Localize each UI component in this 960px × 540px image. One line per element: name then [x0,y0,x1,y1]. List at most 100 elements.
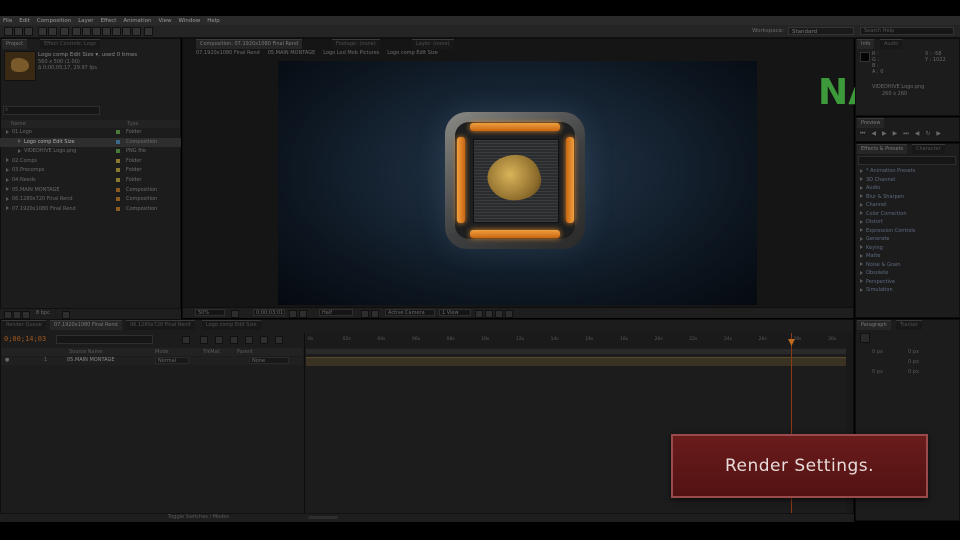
indent-first-value[interactable]: 0 px [908,359,919,365]
project-item[interactable]: Logo comp Edit Size Composition [0,137,181,147]
tab-timeline-logo[interactable]: Logo comp Edit Size [202,320,261,330]
disclosure-triangle-icon[interactable] [860,168,863,173]
puppet-tool-icon[interactable] [144,27,153,36]
zoom-slider[interactable] [308,516,338,519]
tab-tracker[interactable]: Tracker [896,320,923,330]
mute-icon[interactable]: ◀ [915,130,920,138]
layer-mode-select[interactable]: Normal [155,357,189,364]
disclosure-triangle-icon[interactable] [6,129,9,134]
align-left-icon[interactable] [860,333,870,343]
rotate-tool-icon[interactable] [38,27,47,36]
disclosure-triangle-icon[interactable] [860,287,863,292]
menu-animation[interactable]: Animation [123,18,151,24]
project-search-input[interactable]: ⌕ [3,106,100,115]
tab-timeline-07[interactable]: 07.1920x1080 Final Rend [50,320,122,330]
roto-brush-tool-icon[interactable] [132,27,141,36]
search-help-field[interactable]: Search Help [860,27,954,35]
project-item[interactable]: 01.Logo Folder [0,128,181,137]
label-color-swatch[interactable] [116,158,120,163]
clone-tool-icon[interactable] [112,27,121,36]
mask-tool-icon[interactable] [72,27,81,36]
draft-3d-icon[interactable] [215,336,223,344]
loop-icon[interactable]: ↻ [925,130,930,138]
menu-edit[interactable]: Edit [19,18,30,24]
disclosure-triangle-icon[interactable] [860,202,863,207]
work-area-bar[interactable] [306,349,846,354]
column-trkmat[interactable]: TrkMat [203,348,220,356]
motion-blur-icon[interactable] [260,336,268,344]
pan-behind-tool-icon[interactable] [60,27,69,36]
interpret-footage-icon[interactable] [4,311,12,319]
tab-effect-controls[interactable]: Effect Controls: Logo [40,39,100,49]
project-item[interactable]: 03.Precomps Folder [0,166,181,175]
label-color-swatch[interactable] [116,139,120,144]
text-tool-icon[interactable] [92,27,101,36]
effects-search-input[interactable] [858,156,956,165]
disclosure-triangle-icon[interactable] [860,185,863,190]
timeline-timecode[interactable]: 0;00;14;03 [4,335,46,343]
effect-category[interactable]: Expression Controls [860,228,915,234]
view-layout-select[interactable]: 1 View [439,309,471,316]
effect-category[interactable]: Audio [860,185,880,191]
comp-mini-flowchart-icon[interactable] [182,336,190,344]
pen-tool-icon[interactable] [82,27,91,36]
disclosure-triangle-icon[interactable] [6,196,9,201]
disclosure-triangle-icon[interactable] [860,219,863,224]
effect-category[interactable]: * Animation Presets [860,168,915,174]
label-color-swatch[interactable] [116,197,120,202]
disclosure-triangle-icon[interactable] [860,236,863,241]
frame-blending-icon[interactable] [245,336,253,344]
layer-parent-select[interactable]: None [249,357,289,364]
disclosure-triangle-icon[interactable] [18,139,21,144]
project-item[interactable]: VIDEOHIVE Logo.png PNG file [0,147,181,156]
menu-layer[interactable]: Layer [78,18,93,24]
composition-viewer[interactable] [278,61,757,305]
disclosure-triangle-icon[interactable] [6,167,9,172]
breadcrumb-item[interactable]: 07.1920x1080 Final Rend [196,50,260,58]
show-channel-icon[interactable] [299,310,307,318]
disclosure-triangle-icon[interactable] [6,187,9,192]
layer-name[interactable]: 05.MAIN MONTAGE [67,357,115,363]
disclosure-triangle-icon[interactable] [860,253,863,258]
play-icon[interactable]: ▶ [882,130,887,138]
toggle-pixel-aspect-icon[interactable] [475,310,483,318]
menu-file[interactable]: File [3,18,12,24]
project-item[interactable]: 05.MAIN MONTAGE Composition [0,186,181,195]
menu-window[interactable]: Window [179,18,201,24]
layer-row[interactable]: ● 1 05.MAIN MONTAGE Normal None [1,357,303,365]
effect-category[interactable]: Distort [860,219,883,225]
menu-help[interactable]: Help [207,18,220,24]
region-of-interest-icon[interactable] [361,310,369,318]
tab-render-queue[interactable]: Render Queue [2,320,46,330]
tab-timeline-06[interactable]: 06.1280x720 Final Rend [126,320,195,330]
menu-composition[interactable]: Composition [37,18,71,24]
tab-composition[interactable]: Composition: 07.1920x1080 Final Rend [196,39,303,49]
tab-audio[interactable]: Audio [880,39,903,49]
disclosure-triangle-icon[interactable] [860,245,863,249]
live-update-icon[interactable] [200,336,208,344]
tab-paragraph[interactable]: Paragraph [857,320,891,330]
indent-left-value[interactable]: 0 px [872,349,883,355]
tab-character[interactable]: Character [912,144,945,154]
disclosure-triangle-icon[interactable] [6,206,9,211]
snapshot-icon[interactable] [289,310,297,318]
disclosure-triangle-icon[interactable] [860,177,863,181]
effect-category[interactable]: Channel [860,202,887,208]
label-color-swatch[interactable] [116,187,120,192]
breadcrumb-item[interactable]: Logo comp Edit Size [387,50,438,58]
ram-preview-icon[interactable]: ▶ [936,130,941,138]
effect-category[interactable]: Obsolete [860,270,888,276]
label-color-swatch[interactable] [116,130,120,134]
tab-info[interactable]: Info [857,39,875,49]
disclosure-triangle-icon[interactable] [860,211,863,215]
column-source-name[interactable]: Source Name [69,348,103,356]
disclosure-triangle-icon[interactable] [6,158,9,163]
label-color-swatch[interactable] [116,206,120,211]
disclosure-triangle-icon[interactable] [860,262,863,266]
workspace-select[interactable]: Standard [788,27,854,35]
new-folder-icon[interactable] [13,311,21,319]
project-item[interactable]: 02.Comps Folder [0,157,181,166]
camera-view-select[interactable]: Active Camera [385,309,435,316]
effect-category[interactable]: Simulation [860,287,893,293]
brush-tool-icon[interactable] [102,27,111,36]
